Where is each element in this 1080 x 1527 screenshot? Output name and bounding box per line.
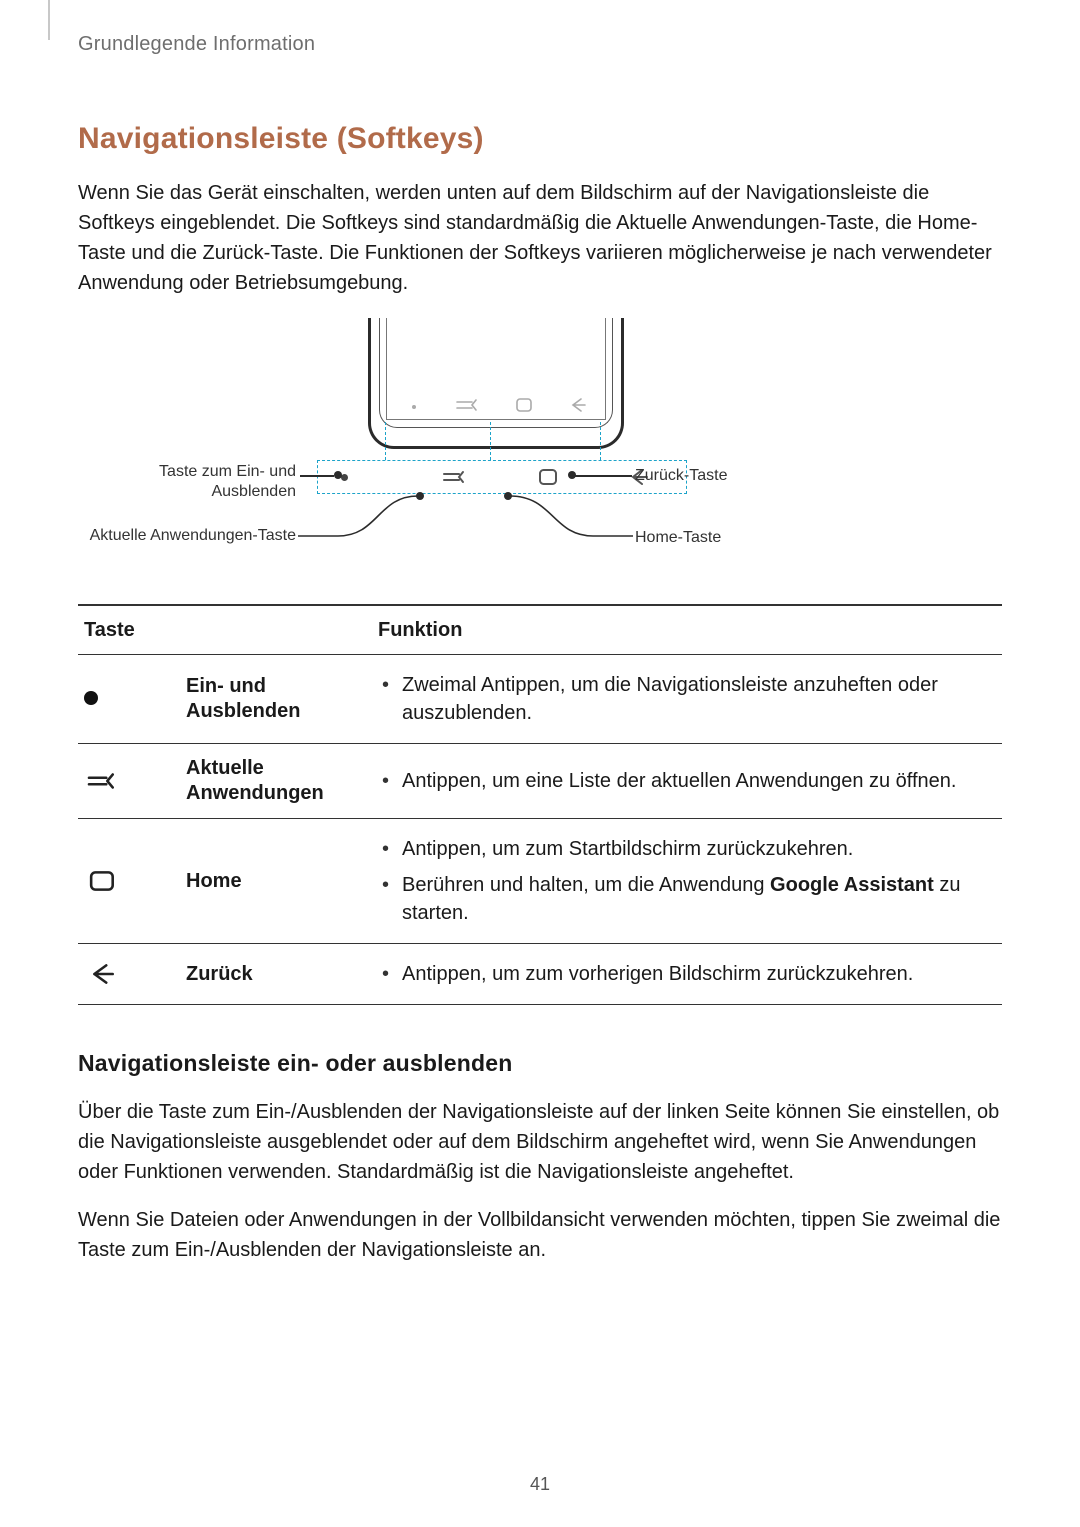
paragraph-3: Wenn Sie Dateien oder Anwendungen in der… bbox=[78, 1205, 1002, 1265]
leader-curve bbox=[498, 492, 633, 546]
key-name: Zurück bbox=[180, 944, 372, 1005]
label-home-key: Home-Taste bbox=[635, 528, 721, 548]
page-gutter bbox=[48, 0, 50, 40]
label-recents-key: Aktuelle Anwendungen-Taste bbox=[78, 526, 296, 546]
function-item: Antippen, um zum vorherigen Bildschirm z… bbox=[378, 956, 996, 992]
home-icon bbox=[509, 393, 539, 417]
function-item: Zweimal Antippen, um die Navigationsleis… bbox=[378, 667, 996, 731]
key-function: Zweimal Antippen, um die Navigationsleis… bbox=[372, 655, 1002, 744]
key-name: Home bbox=[180, 819, 372, 944]
paragraph-2: Über die Taste zum Ein-/Ausblenden der N… bbox=[78, 1097, 1002, 1187]
recents-icon bbox=[78, 744, 180, 819]
navigation-diagram: Taste zum Ein- und Ausblenden Zurück-Tas… bbox=[78, 318, 1002, 578]
back-icon bbox=[564, 393, 594, 417]
home-icon bbox=[533, 465, 563, 489]
key-function: Antippen, um eine Liste der aktuellen An… bbox=[372, 744, 1002, 819]
table-row: HomeAntippen, um zum Startbildschirm zur… bbox=[78, 819, 1002, 944]
page-number: 41 bbox=[0, 1472, 1080, 1497]
key-name: Aktuelle Anwendungen bbox=[180, 744, 372, 819]
key-function: Antippen, um zum vorherigen Bildschirm z… bbox=[372, 944, 1002, 1005]
table-row: Aktuelle AnwendungenAntippen, um eine Li… bbox=[78, 744, 1002, 819]
back-icon bbox=[78, 944, 180, 1005]
phone-outline bbox=[368, 318, 624, 449]
function-item: Antippen, um zum Startbildschirm zurückz… bbox=[378, 831, 996, 867]
dot-icon bbox=[78, 655, 180, 744]
key-name: Ein- und Ausblenden bbox=[180, 655, 372, 744]
label-back-key: Zurück-Taste bbox=[635, 466, 727, 486]
function-item: Berühren und halten, um die Anwendung Go… bbox=[378, 867, 996, 931]
key-function: Antippen, um zum Startbildschirm zurückz… bbox=[372, 819, 1002, 944]
table-row: ZurückAntippen, um zum vorherigen Bildsc… bbox=[78, 944, 1002, 1005]
table-row: Ein- und AusblendenZweimal Antippen, um … bbox=[78, 655, 1002, 744]
function-item: Antippen, um eine Liste der aktuellen An… bbox=[378, 763, 996, 799]
home-icon bbox=[78, 819, 180, 944]
table-header-function: Funktion bbox=[372, 605, 1002, 655]
phone-navbar-small bbox=[386, 391, 606, 419]
section-heading: Navigationsleiste (Softkeys) bbox=[78, 118, 1002, 160]
leader-curve bbox=[298, 492, 428, 546]
label-toggle-key: Taste zum Ein- und Ausblenden bbox=[78, 462, 296, 502]
softkey-table: Taste Funktion Ein- und AusblendenZweima… bbox=[78, 604, 1002, 1005]
recents-icon bbox=[454, 393, 484, 417]
recents-icon bbox=[441, 465, 471, 489]
breadcrumb: Grundlegende Information bbox=[78, 30, 1002, 58]
enlarged-navbar bbox=[317, 460, 687, 494]
table-header-key: Taste bbox=[78, 605, 372, 655]
intro-paragraph: Wenn Sie das Gerät einschalten, werden u… bbox=[78, 178, 1002, 298]
sub-heading: Navigationsleiste ein- oder ausblenden bbox=[78, 1047, 1002, 1079]
